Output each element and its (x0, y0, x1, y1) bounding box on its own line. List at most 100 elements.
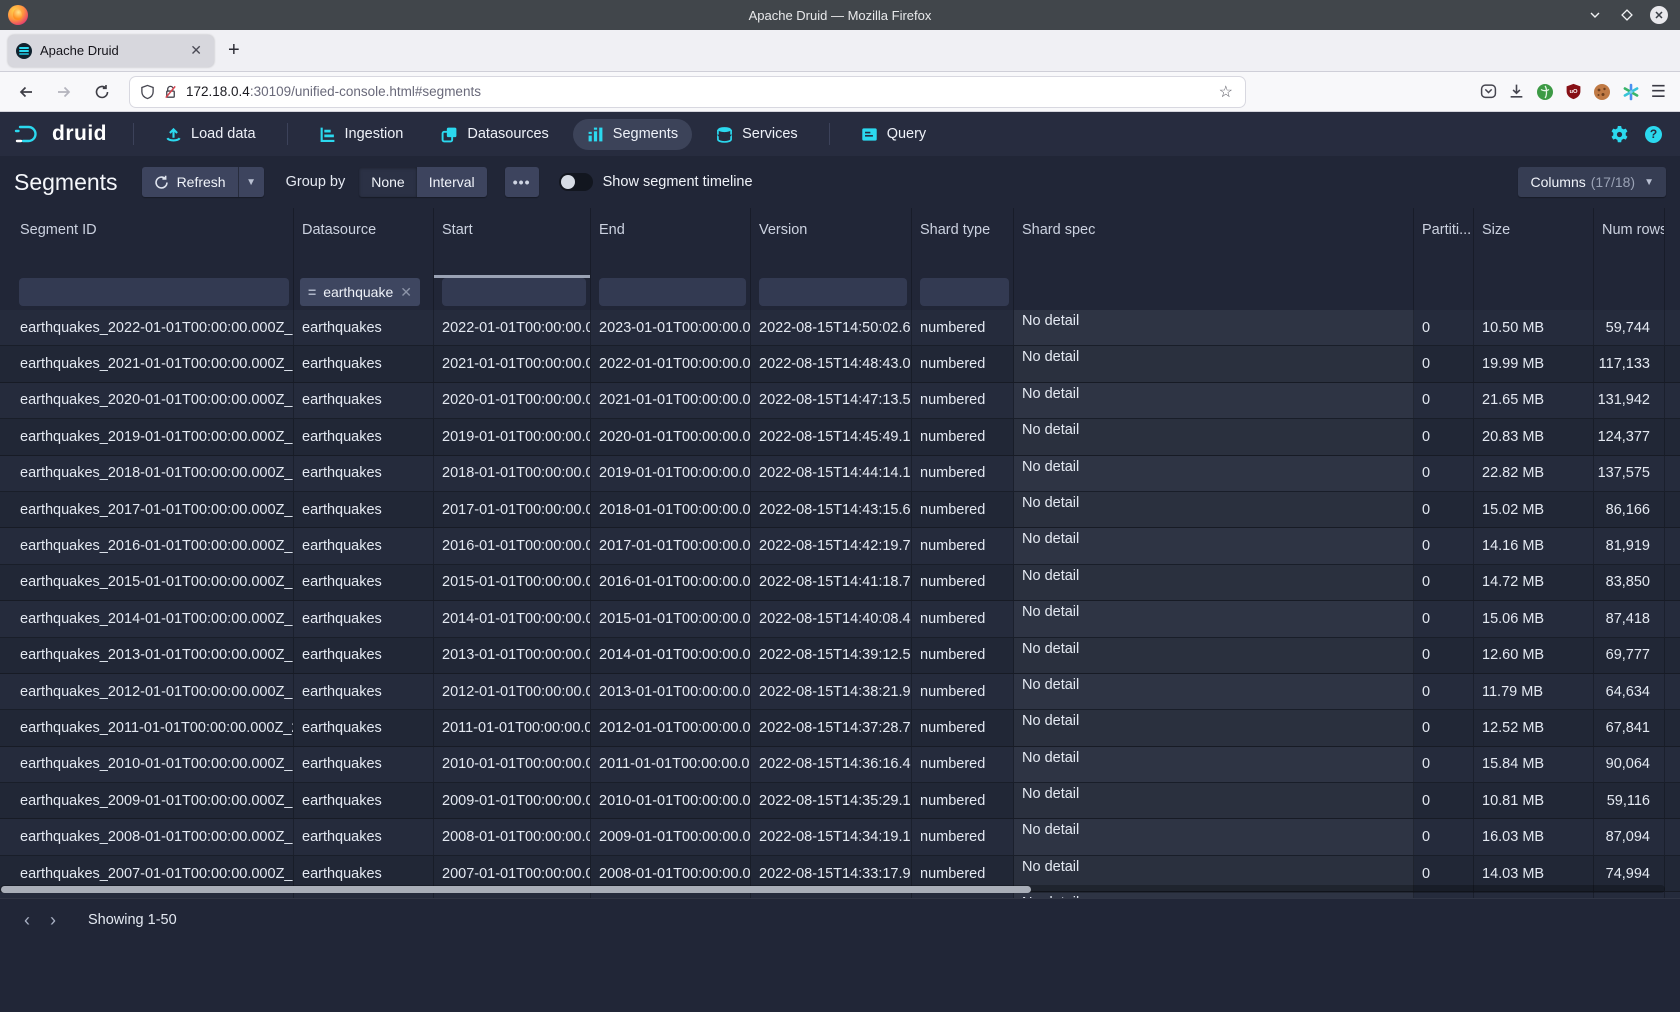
cell-shard_spec[interactable]: No detail (1014, 528, 1414, 563)
cell-shard_type: numbered (912, 783, 1014, 818)
cell-shard_spec[interactable]: No detail (1014, 310, 1414, 345)
cell-datasource: earthquakes (294, 892, 434, 898)
prev-page-icon[interactable]: ‹ (14, 907, 40, 933)
filter-cell-segment_id (0, 278, 294, 310)
druid-brand[interactable]: druid (0, 122, 121, 146)
svg-text:uO: uO (1569, 89, 1578, 95)
cell-segment_id[interactable]: earthquakes_2016-01-01T00:00:00.000Z_2..… (0, 528, 294, 563)
cell-segment_id[interactable]: earthquakes_2020-01-01T00:00:00.000Z_2..… (0, 383, 294, 418)
browser-tab[interactable]: Apache Druid ✕ (8, 35, 214, 67)
column-header-start[interactable]: Start (434, 208, 591, 278)
cell-shard_spec[interactable]: No detail (1014, 783, 1414, 818)
cell-shard_spec[interactable]: No detail (1014, 674, 1414, 709)
filter-chip-close-icon[interactable]: ✕ (400, 284, 412, 301)
asterisk-extension-icon[interactable] (1622, 83, 1640, 101)
cell-start: 2016-01-01T00:00:00.0... (434, 528, 591, 563)
nav-item-ingestion[interactable]: Ingestion (305, 119, 418, 150)
cell-shard_spec[interactable]: No detail (1014, 456, 1414, 491)
group-by-interval-button[interactable]: Interval (417, 167, 487, 197)
nav-item-datasources[interactable]: Datasources (427, 119, 562, 150)
cell-segment_id[interactable]: earthquakes_2012-01-01T00:00:00.000Z_2..… (0, 674, 294, 709)
filter-cell-end (591, 278, 751, 310)
forward-icon[interactable] (50, 78, 78, 106)
cell-segment_id[interactable]: earthquakes_2021-01-01T00:00:00.000Z_2..… (0, 346, 294, 381)
column-header-partition[interactable]: Partiti... (1414, 208, 1474, 278)
columns-button[interactable]: Columns (17/18) ▼ (1518, 167, 1666, 197)
ublock-icon[interactable]: uO (1565, 83, 1582, 100)
datasource-filter-chip[interactable]: =earthquake✕ (300, 278, 420, 306)
help-icon[interactable]: ? (1645, 126, 1662, 143)
cell-overflow (1665, 528, 1680, 563)
insecure-lock-icon[interactable] (163, 84, 178, 100)
download-icon[interactable] (1508, 83, 1525, 100)
bookmark-star-icon[interactable]: ☆ (1219, 82, 1235, 102)
column-header-segment_id[interactable]: Segment ID (0, 208, 294, 278)
refresh-button[interactable]: Refresh (142, 167, 238, 197)
column-header-num_rows[interactable]: Num rows (1594, 208, 1665, 278)
back-icon[interactable] (12, 78, 40, 106)
pocket-icon[interactable] (1480, 83, 1497, 100)
nav-item-segments[interactable]: Segments (573, 119, 692, 150)
cell-segment_id[interactable]: earthquakes_2019-01-01T00:00:00.000Z_2..… (0, 419, 294, 454)
next-page-icon[interactable]: › (40, 907, 66, 933)
cell-shard_spec[interactable]: No detail (1014, 638, 1414, 673)
cell-num_rows: 86,166 (1594, 492, 1665, 527)
cell-size: 12.60 MB (1474, 638, 1594, 673)
shield-icon[interactable] (140, 84, 155, 100)
refresh-dropdown-caret[interactable]: ▼ (238, 167, 264, 197)
more-actions-button[interactable]: ••• (505, 167, 539, 197)
shard_type-filter-input[interactable] (920, 278, 1009, 306)
cell-shard_spec[interactable]: No detail (1014, 492, 1414, 527)
column-header-version[interactable]: Version (751, 208, 912, 278)
cell-segment_id[interactable]: earthquakes_2011-01-01T00:00:00.000Z_2..… (0, 710, 294, 745)
cell-shard_spec[interactable]: No detail (1014, 419, 1414, 454)
url-text[interactable]: 172.18.0.4:30109/unified-console.html#se… (186, 84, 1219, 99)
cell-shard_spec[interactable]: No detail (1014, 383, 1414, 418)
cell-segment_id[interactable]: earthquakes_2010-01-01T00:00:00.000Z_2..… (0, 747, 294, 782)
menu-hamburger-icon[interactable]: ☰ (1651, 87, 1666, 97)
cell-partition: 0 (1414, 783, 1474, 818)
column-header-size[interactable]: Size (1474, 208, 1594, 278)
cell-segment_id[interactable]: earthquakes_2006-01-01T00:00:00.000Z_2..… (0, 892, 294, 898)
column-header-datasource[interactable]: Datasource (294, 208, 434, 278)
cell-segment_id[interactable]: earthquakes_2022-01-01T00:00:00.000Z_2..… (0, 310, 294, 345)
cell-shard_spec[interactable]: No detail (1014, 747, 1414, 782)
cell-segment_id[interactable]: earthquakes_2017-01-01T00:00:00.000Z_2..… (0, 492, 294, 527)
new-tab-button[interactable]: + (228, 39, 240, 62)
column-header-shard_type[interactable]: Shard type (912, 208, 1014, 278)
group-by-none-button[interactable]: None (359, 167, 416, 197)
cell-shard_spec[interactable]: No detail (1014, 819, 1414, 854)
url-bar[interactable]: 172.18.0.4:30109/unified-console.html#se… (130, 77, 1245, 107)
cell-segment_id[interactable]: earthquakes_2015-01-01T00:00:00.000Z_2..… (0, 565, 294, 600)
cell-segment_id[interactable]: earthquakes_2009-01-01T00:00:00.000Z_2..… (0, 783, 294, 818)
cell-segment_id[interactable]: earthquakes_2008-01-01T00:00:00.000Z_2..… (0, 819, 294, 854)
column-header-shard_spec[interactable]: Shard spec (1014, 208, 1414, 278)
column-header-end[interactable]: End (591, 208, 751, 278)
cell-shard_spec[interactable]: No detail (1014, 565, 1414, 600)
cell-shard_spec[interactable]: No detail (1014, 601, 1414, 636)
cell-segment_id[interactable]: earthquakes_2013-01-01T00:00:00.000Z_2..… (0, 638, 294, 673)
reload-icon[interactable] (88, 78, 116, 106)
cookie-extension-icon[interactable] (1593, 83, 1611, 101)
cell-shard_spec[interactable]: No detail (1014, 710, 1414, 745)
cell-datasource: earthquakes (294, 456, 434, 491)
start-filter-input[interactable] (442, 278, 586, 306)
nav-item-load-data[interactable]: Load data (151, 119, 270, 150)
segment-timeline-toggle[interactable] (559, 173, 593, 191)
cell-segment_id[interactable]: earthquakes_2018-01-01T00:00:00.000Z_2..… (0, 456, 294, 491)
cell-shard_spec[interactable]: No detail (1014, 346, 1414, 381)
extension-green-icon[interactable] (1536, 83, 1554, 101)
settings-gear-icon[interactable] (1610, 125, 1629, 144)
end-filter-input[interactable] (599, 278, 746, 306)
cell-shard_spec[interactable]: No detail (1014, 892, 1414, 898)
cell-segment_id[interactable]: earthquakes_2014-01-01T00:00:00.000Z_2..… (0, 601, 294, 636)
nav-item-query[interactable]: Query (847, 119, 941, 150)
filter-cell-size (1474, 278, 1594, 310)
horizontal-scrollbar[interactable] (0, 885, 1665, 893)
segment_id-filter-input[interactable] (19, 278, 289, 306)
cell-partition: 0 (1414, 638, 1474, 673)
tab-close-icon[interactable]: ✕ (186, 40, 206, 61)
scrollbar-thumb[interactable] (1, 886, 1031, 893)
nav-item-services[interactable]: Services (702, 119, 812, 150)
version-filter-input[interactable] (759, 278, 907, 306)
